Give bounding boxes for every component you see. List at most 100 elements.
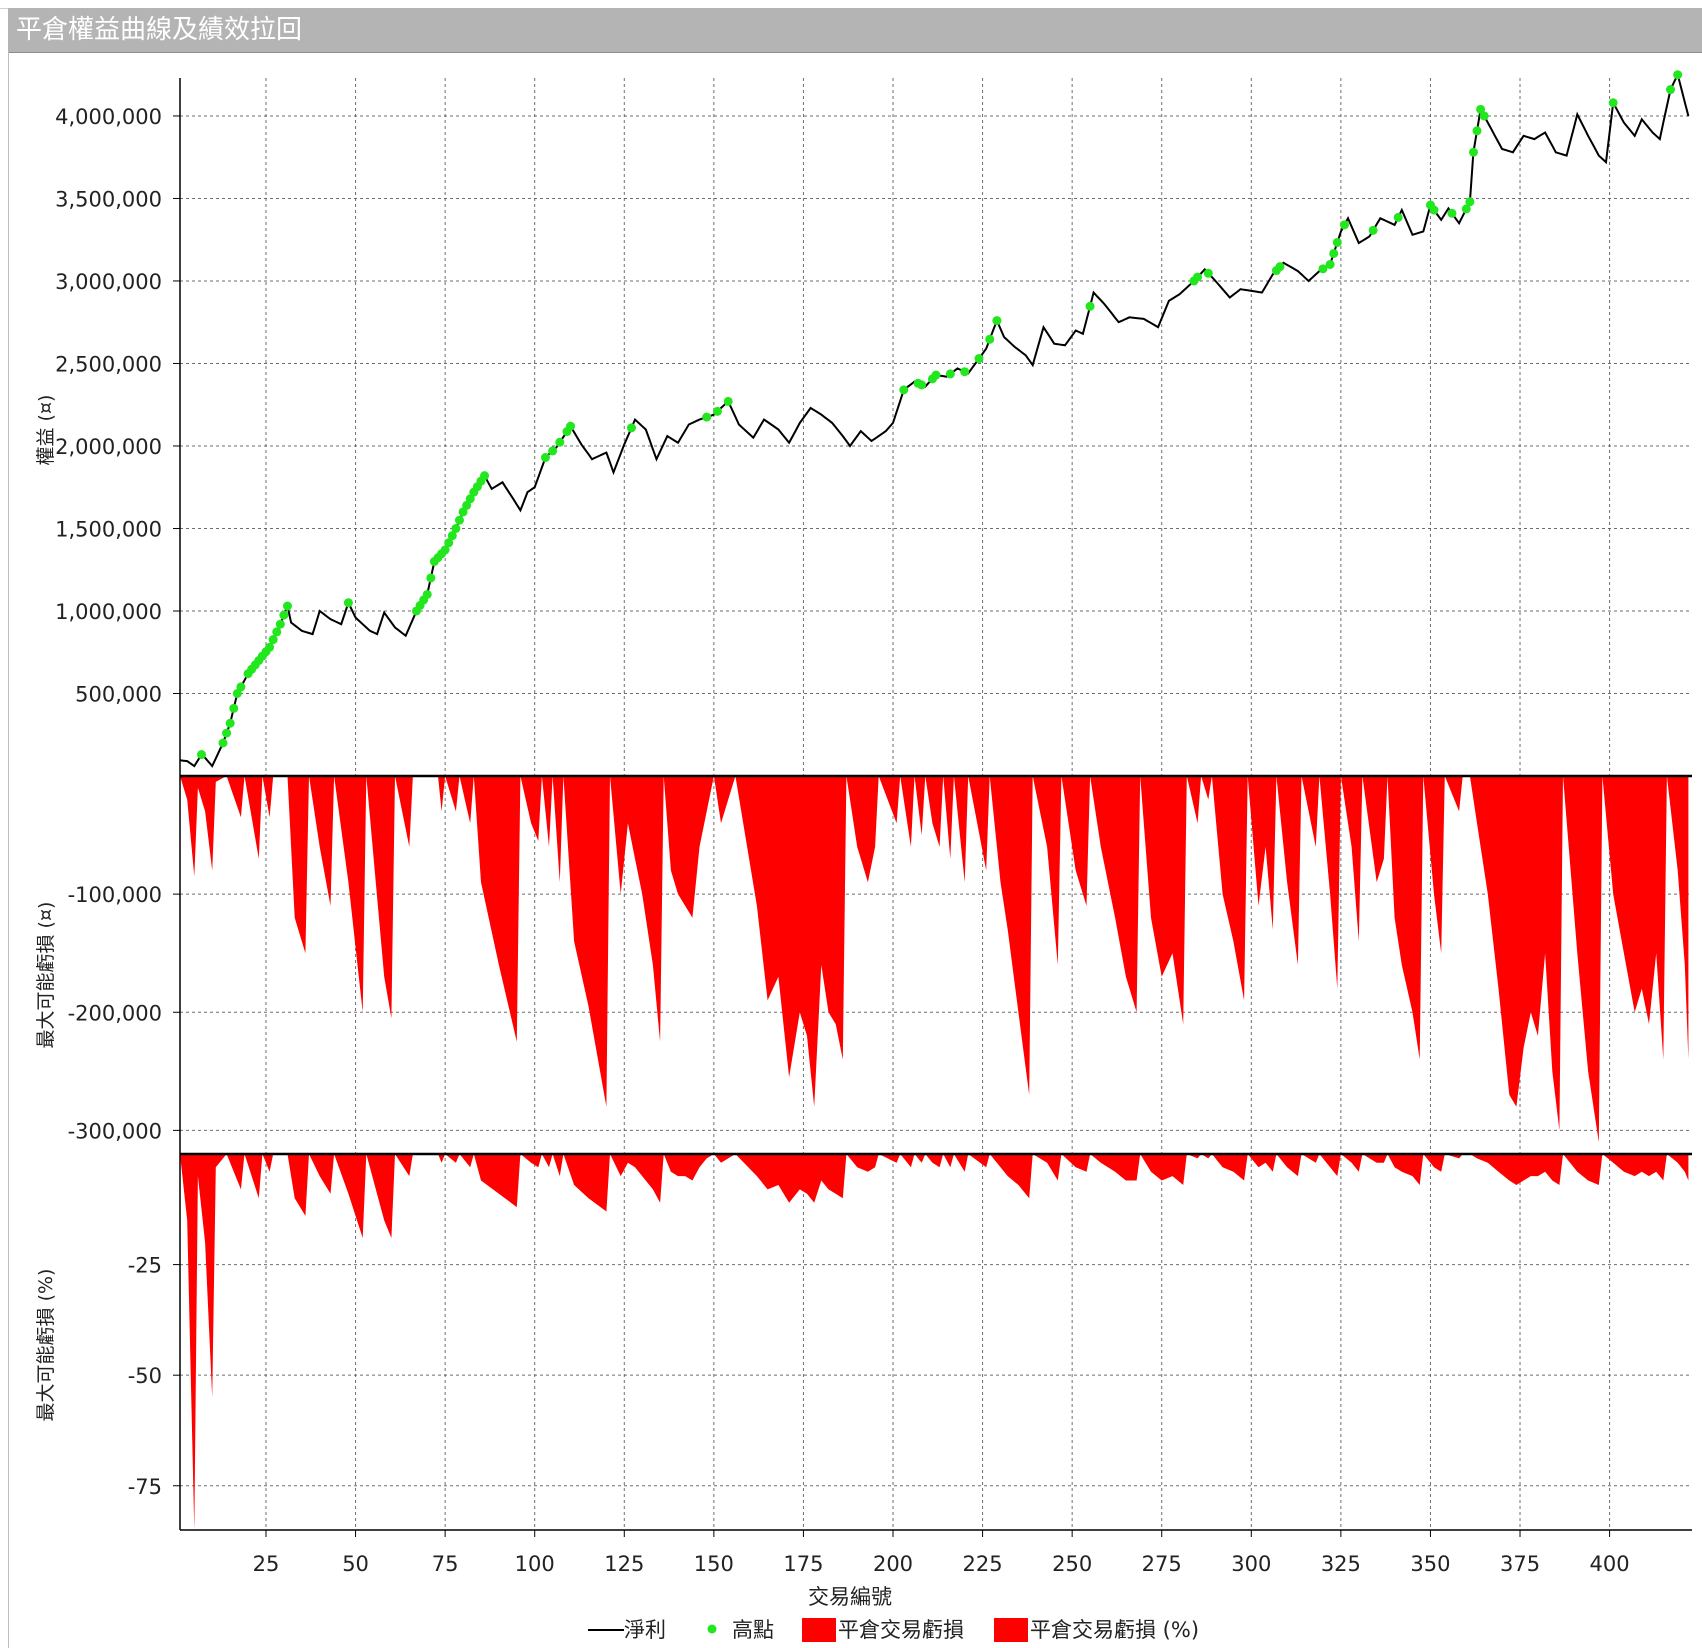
equity-high-point (712, 406, 722, 416)
equity-high-point (1339, 220, 1349, 230)
equity-high-point (451, 523, 461, 533)
x-tick-label: 75 (432, 1552, 459, 1576)
equity-high-point (265, 642, 275, 652)
y-tick-label: 500,000 (75, 682, 162, 706)
equity-high-point (422, 589, 432, 599)
equity-high-point (343, 598, 353, 608)
equity-high-point (279, 610, 289, 620)
x-tick-label: 25 (253, 1552, 280, 1576)
equity-high-point (1468, 147, 1478, 157)
legend-drawdown-pct-swatch (994, 1618, 1028, 1642)
legend-item-drawdown-pct: 平倉交易虧損 (%) (1030, 1618, 1199, 1642)
equity-high-point (218, 738, 228, 748)
equity-high-point (1085, 301, 1095, 311)
equity-high-point (1393, 212, 1403, 222)
plot-layer (179, 70, 1690, 1530)
equity-high-point (626, 423, 636, 433)
equity-high-point (282, 601, 292, 611)
drawdown-pct-axis-label: 最大可能虧損 (%) (35, 1269, 57, 1422)
equity-high-point (1479, 111, 1489, 121)
y-tick-label: 2,500,000 (55, 352, 162, 376)
equity-high-point (225, 718, 235, 728)
equity-high-point (992, 316, 1002, 326)
y-tick-label: -50 (128, 1364, 162, 1388)
legend-highs-swatch (707, 1624, 717, 1634)
x-tick-label: 375 (1500, 1552, 1540, 1576)
equity-high-point (702, 412, 712, 422)
y-tick-label: -300,000 (68, 1119, 162, 1143)
x-tick-label: 300 (1231, 1552, 1271, 1576)
chart-window: 平倉權益曲線及績效拉回 25 50 75 100 125 150 175 200 225 250 2… (0, 0, 1702, 1648)
equity-high-point (566, 421, 576, 431)
equity-high-point (974, 354, 984, 364)
legend-item-net-profit: 淨利 (624, 1618, 666, 1642)
x-tick-label: 350 (1410, 1552, 1450, 1576)
legend-item-highs: 高點 (732, 1618, 774, 1642)
equity-high-point (985, 334, 995, 344)
y-tick-label: 1,000,000 (55, 600, 162, 624)
x-axis-label: 交易編號 (808, 1585, 892, 1609)
equity-high-point (540, 453, 550, 463)
equity-high-point (1275, 262, 1285, 272)
x-tick-label: 400 (1590, 1552, 1630, 1576)
y-tick-label: -25 (128, 1254, 162, 1278)
y-tick-label: 1,500,000 (55, 517, 162, 541)
equity-high-point (229, 703, 239, 713)
x-tick-label: 275 (1142, 1552, 1182, 1576)
equity-high-point (1465, 197, 1475, 207)
equity-high-point (196, 750, 206, 760)
chart-svg: 25 50 75 100 125 150 175 200 225 250 275 300 325 350 3… (35, 70, 1692, 1642)
equity-high-point (275, 619, 285, 629)
equity-high-point (426, 573, 436, 583)
equity-high-point (272, 627, 282, 637)
equity-high-point (1673, 70, 1683, 80)
drawdown-pct-area (180, 1154, 1689, 1530)
legend-drawdown-swatch (802, 1618, 836, 1642)
equity-high-point (960, 367, 970, 377)
equity-high-point (931, 370, 941, 380)
equity-high-point (548, 446, 558, 456)
legend: 淨利 高點 平倉交易虧損 平倉交易虧損 (%) (588, 1618, 1199, 1642)
x-tick-label: 125 (604, 1552, 644, 1576)
y-tick-label: 2,000,000 (55, 435, 162, 459)
equity-high-point (555, 437, 565, 447)
equity-high-point (1429, 205, 1439, 215)
equity-high-point (1193, 272, 1203, 282)
legend-item-drawdown: 平倉交易虧損 (838, 1618, 964, 1642)
equity-high-point (454, 515, 464, 525)
y-tick-label: -100,000 (68, 883, 162, 907)
equity-curve-line (179, 71, 1690, 768)
equity-high-point (1329, 248, 1339, 258)
y-tick-label: -200,000 (68, 1001, 162, 1025)
x-tick-label: 325 (1321, 1552, 1361, 1576)
x-tick-label: 250 (1052, 1552, 1092, 1576)
x-tick-label: 175 (783, 1552, 823, 1576)
equity-high-point (1472, 126, 1482, 136)
equity-high-point (268, 635, 278, 645)
x-tick-label: 150 (694, 1552, 734, 1576)
equity-high-point (945, 369, 955, 379)
equity-high-point (480, 471, 490, 481)
y-tick-label: 3,500,000 (55, 187, 162, 211)
equity-axis-label: 權益 (¤) (35, 395, 57, 466)
equity-high-point (1203, 268, 1213, 278)
equity-high-point (1325, 259, 1335, 269)
drawdown-area (180, 776, 1689, 1143)
equity-high-point (917, 380, 927, 390)
x-tick-label: 50 (342, 1552, 369, 1576)
equity-high-point (1332, 237, 1342, 247)
y-tick-label: -75 (128, 1475, 162, 1499)
equity-high-point (1666, 85, 1676, 95)
y-tick-label: 3,000,000 (55, 270, 162, 294)
equity-high-point (1368, 225, 1378, 235)
equity-high-point (1447, 208, 1457, 218)
x-tick-label: 225 (963, 1552, 1003, 1576)
equity-high-point (723, 396, 733, 406)
equity-high-point (899, 385, 909, 395)
equity-high-point (222, 728, 232, 738)
y-tick-label: 4,000,000 (55, 105, 162, 129)
equity-high-point (1608, 98, 1618, 108)
drawdown-axis-label: 最大可能虧損 (¤) (35, 902, 57, 1049)
x-tick-label: 200 (873, 1552, 913, 1576)
equity-high-point (236, 682, 246, 692)
